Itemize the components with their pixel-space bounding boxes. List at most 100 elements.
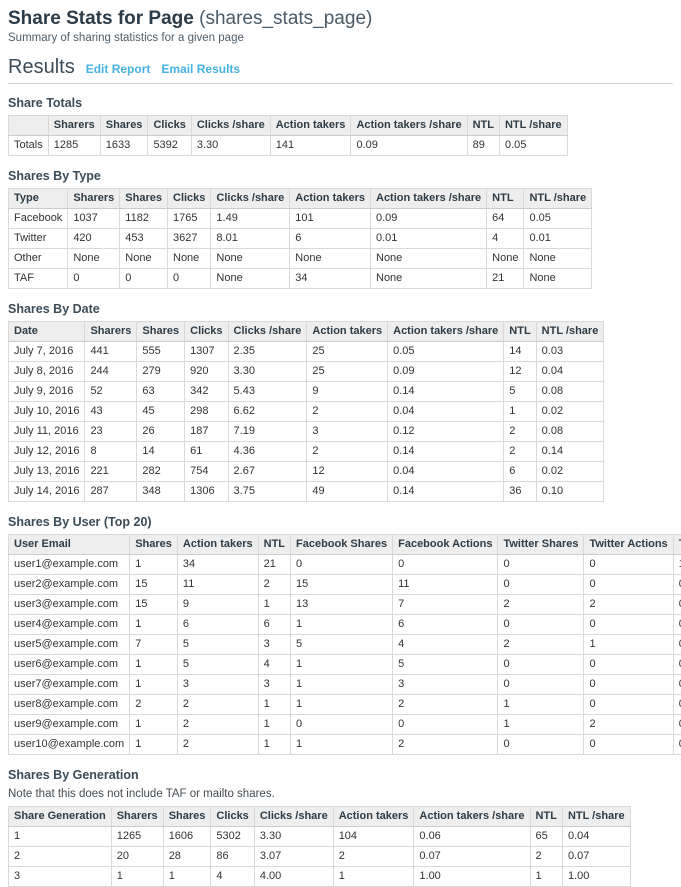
column-header: Clicks /share — [254, 807, 333, 827]
shares-by-type-heading: Shares By Type — [8, 169, 673, 183]
table-cell: 5 — [393, 655, 498, 675]
table-cell: 4.00 — [254, 867, 333, 887]
table-cell: 420 — [68, 229, 120, 249]
table-cell: 8.01 — [211, 229, 290, 249]
column-header: User Email — [9, 535, 130, 555]
table-cell: user2@example.com — [9, 575, 130, 595]
table-row: Facebook1037118217651.491010.09640.05 — [9, 209, 592, 229]
table-cell: 0.14 — [388, 482, 504, 502]
table-cell: 3.07 — [254, 847, 333, 867]
table-cell: None — [211, 249, 290, 269]
table-row: 22028863.0720.0720.07 — [9, 847, 631, 867]
edit-report-link[interactable]: Edit Report — [86, 62, 151, 76]
table-cell: 6 — [504, 462, 536, 482]
shares-by-user-table: User EmailSharesAction takersNTLFacebook… — [8, 534, 681, 755]
table-cell: 0 — [393, 715, 498, 735]
table-cell: 0 — [584, 655, 673, 675]
page-title-main: Share Stats for Page — [8, 8, 194, 29]
table-cell: 1 — [130, 655, 178, 675]
table-cell: 1 — [504, 402, 536, 422]
table-cell: 49 — [307, 482, 388, 502]
column-header — [9, 116, 49, 136]
table-cell: 4 — [258, 655, 290, 675]
table-cell: 1 — [130, 555, 178, 575]
table-cell: 0 — [498, 675, 584, 695]
table-cell: 1 — [291, 695, 393, 715]
table-cell: 287 — [85, 482, 137, 502]
table-cell: July 9, 2016 — [9, 382, 85, 402]
column-header: Clicks — [185, 322, 228, 342]
table-cell: 1 — [584, 635, 673, 655]
table-cell: 0 — [673, 595, 681, 615]
results-heading: Results — [8, 56, 75, 78]
table-cell: 0 — [673, 575, 681, 595]
table-cell: 5.43 — [228, 382, 307, 402]
column-header: Action takers /share — [414, 807, 530, 827]
table-row: user4@example.com166160000 — [9, 615, 681, 635]
table-cell: 0.01 — [371, 229, 487, 249]
table-cell: 2 — [307, 442, 388, 462]
column-header: Clicks /share — [191, 116, 270, 136]
table-cell: 2 — [9, 847, 112, 867]
table-cell: 348 — [137, 482, 185, 502]
table-cell: 34 — [177, 555, 258, 575]
table-cell: 279 — [137, 362, 185, 382]
table-cell: 36 — [504, 482, 536, 502]
table-cell: July 14, 2016 — [9, 482, 85, 502]
table-cell: 0.14 — [388, 442, 504, 462]
table-cell: 0.12 — [388, 422, 504, 442]
table-cell: 2 — [333, 847, 414, 867]
table-row: July 14, 201628734813063.75490.14360.10 — [9, 482, 604, 502]
table-cell: July 11, 2016 — [9, 422, 85, 442]
table-cell: 3 — [258, 635, 290, 655]
table-cell: 3.30 — [254, 827, 333, 847]
table-cell: 1 — [333, 867, 414, 887]
table-cell: 65 — [530, 827, 562, 847]
table-cell: 2 — [130, 695, 178, 715]
table-cell: 1 — [111, 867, 163, 887]
table-cell: 34 — [290, 269, 371, 289]
table-cell: 64 — [487, 209, 524, 229]
column-header: Clicks /share — [211, 189, 290, 209]
table-cell: 89 — [467, 136, 499, 156]
column-header: NTL — [504, 322, 536, 342]
email-results-link[interactable]: Email Results — [161, 62, 240, 76]
table-cell: July 8, 2016 — [9, 362, 85, 382]
table-cell: 0 — [584, 735, 673, 755]
column-header: Action takers — [333, 807, 414, 827]
table-header-row: DateSharersSharesClicksClicks /shareActi… — [9, 322, 604, 342]
table-cell: 1285 — [48, 136, 100, 156]
table-cell: 453 — [120, 229, 168, 249]
table-cell: 221 — [85, 462, 137, 482]
column-header: NTL /share — [562, 807, 630, 827]
table-cell: 1 — [258, 595, 290, 615]
table-cell: 754 — [185, 462, 228, 482]
table-cell: 2 — [498, 595, 584, 615]
page-subtitle: Summary of sharing statistics for a give… — [8, 31, 673, 45]
table-cell: 7 — [130, 635, 178, 655]
table-cell: 2 — [504, 442, 536, 462]
column-header: Action takers — [307, 322, 388, 342]
table-cell: 2 — [177, 735, 258, 755]
table-header-row: User EmailSharesAction takersNTLFacebook… — [9, 535, 681, 555]
table-cell: 2 — [504, 422, 536, 442]
table-cell: 2.35 — [228, 342, 307, 362]
table-cell: 1.00 — [562, 867, 630, 887]
column-header: Action takers /share — [388, 322, 504, 342]
table-cell: 1.49 — [211, 209, 290, 229]
section-shares-by-generation: Shares By Generation Note that this does… — [8, 768, 673, 887]
table-cell: user9@example.com — [9, 715, 130, 735]
section-shares-by-date: Shares By Date DateSharersSharesClicksCl… — [8, 302, 673, 502]
table-row: 31144.0011.0011.00 — [9, 867, 631, 887]
table-cell: Other — [9, 249, 68, 269]
table-cell: 6.62 — [228, 402, 307, 422]
table-cell: 0.03 — [536, 342, 604, 362]
column-header: Clicks — [148, 116, 191, 136]
table-cell: 2 — [393, 695, 498, 715]
table-cell: 0.06 — [414, 827, 530, 847]
table-cell: 9 — [307, 382, 388, 402]
table-cell: 5 — [504, 382, 536, 402]
table-cell: 0 — [498, 575, 584, 595]
table-cell: 5 — [291, 635, 393, 655]
table-cell: 2 — [307, 402, 388, 422]
